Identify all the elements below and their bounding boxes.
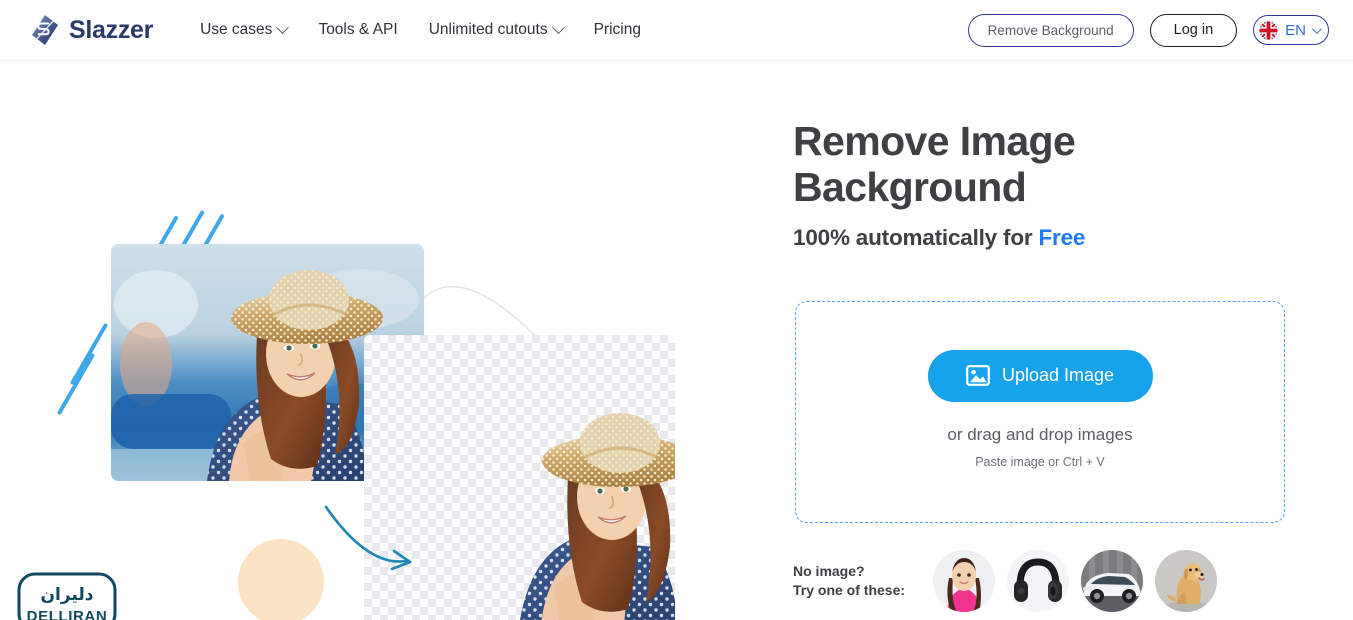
main-navigation: Use cases Tools & API Unlimited cutouts … <box>200 20 641 39</box>
sample-images-section: No image? Try one of these: <box>793 550 1217 612</box>
subtitle-highlight: Free <box>1038 225 1086 250</box>
white-suv-car-image <box>1081 550 1143 612</box>
decorative-diagonal-line <box>56 352 96 416</box>
black-headphones-image <box>1007 550 1069 612</box>
sample-thumbnail-headphones[interactable] <box>1007 550 1069 612</box>
hero-panel: Remove Image Background 100% automatical… <box>793 61 1353 620</box>
watermark-farsi-text: دلیران <box>41 585 94 605</box>
nav-label: Unlimited cutouts <box>428 21 548 38</box>
subtitle-prefix: 100% automatically for <box>793 225 1039 250</box>
sample-images-label: No image? Try one of these: <box>793 562 933 600</box>
golden-retriever-dog-image <box>1155 550 1217 612</box>
delliran-watermark-logo[interactable]: دلیران DELLIRAN دل در گرو هنر آوازه ایرا… <box>14 569 126 620</box>
nav-label: Pricing <box>593 21 641 38</box>
upload-dropzone[interactable]: Upload Image or drag and drop images Pas… <box>795 301 1285 523</box>
watermark-latin-text: DELLIRAN <box>27 608 108 620</box>
page-title: Remove Image Background <box>793 118 1123 210</box>
chevron-down-icon <box>276 20 290 34</box>
decorative-peach-circle <box>238 539 324 620</box>
hero-illustration: دلیران DELLIRAN دل در گرو هنر آوازه ایرا… <box>0 61 790 620</box>
site-header: Slazzer Use cases Tools & API Unlimited … <box>0 0 1353 61</box>
sample-label-line-2: Try one of these: <box>793 582 906 598</box>
upload-image-button[interactable]: Upload Image <box>927 349 1153 402</box>
chevron-down-icon <box>551 20 565 34</box>
drag-drop-text: or drag and drop images <box>947 424 1133 444</box>
header-actions: Remove Background Log in EN <box>967 13 1329 47</box>
decorative-diagonal-line <box>69 322 109 386</box>
upload-button-label: Upload Image <box>1001 365 1115 385</box>
slazzer-diamond-logo-icon <box>32 15 58 45</box>
nav-label: Use cases <box>200 21 273 38</box>
sample-thumbnail-woman[interactable] <box>933 550 995 612</box>
sample-thumbnails <box>933 550 1217 612</box>
paste-hint-text: Paste image or Ctrl + V <box>975 454 1105 469</box>
remove-background-button[interactable]: Remove Background <box>967 13 1134 47</box>
title-line-1: Remove Image <box>793 118 1076 164</box>
sample-label-line-1: No image? <box>793 563 865 579</box>
brand-name: Slazzer <box>69 15 154 44</box>
brand-logo[interactable]: Slazzer <box>30 14 153 46</box>
language-selector[interactable]: EN <box>1253 15 1329 45</box>
sample-thumbnail-dog[interactable] <box>1155 550 1217 612</box>
nav-item-tools-api[interactable]: Tools & API <box>318 21 397 39</box>
woman-in-pink-sweater-image <box>933 550 995 612</box>
page-subtitle: 100% automatically for Free <box>793 225 1085 251</box>
login-button[interactable]: Log in <box>1149 13 1238 47</box>
language-code: EN <box>1285 21 1306 39</box>
nav-item-use-cases[interactable]: Use cases <box>200 20 290 39</box>
nav-item-unlimited-cutouts[interactable]: Unlimited cutouts <box>428 20 565 39</box>
uk-flag-icon <box>1258 19 1279 41</box>
title-line-2: Background <box>793 164 1027 210</box>
nav-label: Tools & API <box>318 21 398 38</box>
nav-item-pricing[interactable]: Pricing <box>594 21 641 39</box>
sample-thumbnail-car[interactable] <box>1081 550 1143 612</box>
chevron-down-icon <box>1311 23 1322 34</box>
image-icon <box>966 365 990 386</box>
transform-arrow-icon <box>324 505 412 571</box>
